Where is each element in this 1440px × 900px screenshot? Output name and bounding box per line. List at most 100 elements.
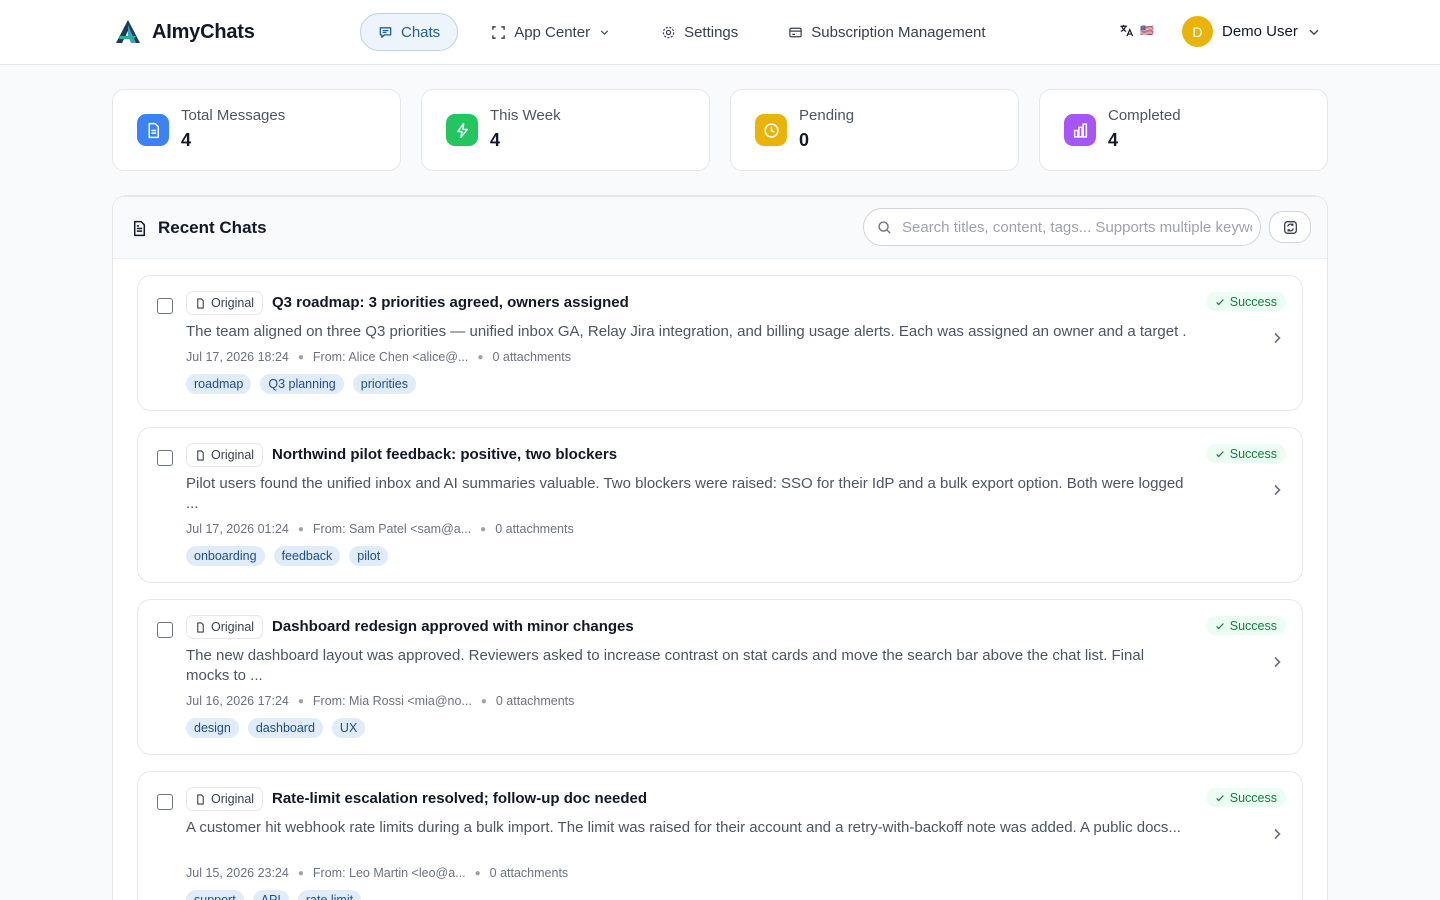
language-switcher[interactable]: 🇺🇸 <box>1119 23 1154 38</box>
tag[interactable]: UX <box>331 718 366 738</box>
tag[interactable]: feedback <box>273 546 341 566</box>
tag[interactable]: pilot <box>349 546 389 566</box>
stat-value: 4 <box>1108 130 1119 150</box>
chat-date: Jul 17, 2026 18:24 <box>186 350 289 364</box>
check-icon <box>1215 794 1224 801</box>
recent-chats-title: Recent Chats <box>158 218 267 237</box>
status-label: Success <box>1229 618 1277 633</box>
refresh-icon <box>1283 220 1297 234</box>
tag[interactable]: onboarding <box>186 546 265 566</box>
nav-subscription[interactable]: Subscription Management <box>771 13 1002 51</box>
chat-title: Dashboard redesign approved with minor c… <box>272 618 634 635</box>
stat-label: Completed <box>1108 107 1181 124</box>
chat-title: Northwind pilot feedback: positive, two … <box>272 446 618 463</box>
chat-summary: The team aligned on three Q3 priorities … <box>186 323 1186 340</box>
chat-bubble-icon <box>379 26 392 38</box>
logo-mark-icon <box>116 20 140 43</box>
credit-card-icon <box>789 27 803 37</box>
status-label: Success <box>1229 446 1277 461</box>
original-badge-label: Original <box>211 296 255 310</box>
nav-app-center[interactable]: App Center <box>474 13 628 51</box>
status-badge: Success <box>1205 444 1286 463</box>
chat-card[interactable]: Original Dashboard redesign approved wit… <box>137 599 1303 755</box>
stat-card-total-messages: Total Messages 4 <box>112 89 401 171</box>
chat-summary: A customer hit webhook rate limits durin… <box>186 819 1181 836</box>
stat-value: 4 <box>490 130 501 150</box>
panel-title: Recent Chats <box>131 218 267 238</box>
status-label: Success <box>1229 790 1277 805</box>
translate-icon <box>1120 24 1134 37</box>
stat-label: This Week <box>490 107 561 124</box>
chat-card[interactable]: Original Q3 roadmap: 3 priorities agreed… <box>137 275 1303 411</box>
chat-card[interactable]: Original Rate-limit escalation resolved;… <box>137 771 1303 900</box>
panel-header: Recent Chats <box>113 197 1327 259</box>
chevron-right-icon[interactable] <box>1270 827 1284 841</box>
main-nav: Chats App Center Settings Subscription M… <box>360 13 1019 51</box>
top-header: AImyChats Chats App Center Settings Subs… <box>0 0 1440 65</box>
stat-label: Pending <box>799 107 855 124</box>
chat-title: Rate-limit escalation resolved; follow-u… <box>272 790 648 807</box>
chevron-right-icon[interactable] <box>1270 483 1284 497</box>
stat-card-pending: Pending 0 <box>730 89 1019 171</box>
chat-meta: Jul 15, 2026 23:24 ● From: Leo Martin <le… <box>186 866 569 880</box>
chat-from: From: Alice Chen <alice@... <box>312 350 469 364</box>
check-icon <box>1215 622 1224 629</box>
chat-summary: Pilot users found the unified inbox and … <box>186 475 1184 512</box>
tag[interactable]: support <box>186 890 244 900</box>
status-badge: Success <box>1205 616 1286 635</box>
nav-app-center-label: App Center <box>514 23 591 41</box>
lightning-icon <box>446 114 478 146</box>
chevron-right-icon[interactable] <box>1270 331 1284 345</box>
chat-summary: The new dashboard layout was approved. R… <box>186 647 1145 684</box>
tag[interactable]: Q3 planning <box>260 374 344 394</box>
document-icon <box>133 220 146 236</box>
refresh-button[interactable] <box>1269 211 1311 243</box>
app-name: AImyChats <box>152 20 255 43</box>
status-badge: Success <box>1205 292 1286 311</box>
tag[interactable]: API <box>252 890 289 900</box>
tag[interactable]: roadmap <box>186 374 252 394</box>
status-badge: Success <box>1205 788 1286 807</box>
original-badge-label: Original <box>211 792 255 806</box>
check-icon <box>1215 450 1224 457</box>
gear-icon <box>662 26 675 38</box>
original-badge-label: Original <box>211 620 255 634</box>
chevron-down-icon <box>600 29 609 35</box>
stat-card-this-week: This Week 4 <box>421 89 710 171</box>
original-badge: Original <box>186 615 264 639</box>
chat-from: From: Mia Rossi <mia@no... <box>312 694 472 708</box>
chat-tags: design dashboard UX <box>186 718 366 738</box>
chat-meta: Jul 17, 2026 01:24 ● From: Sam Patel <sam… <box>186 522 574 536</box>
chat-from: From: Sam Patel <sam@a... <box>312 522 472 536</box>
chat-card[interactable]: Original Northwind pilot feedback: posit… <box>137 427 1303 583</box>
search-input[interactable] <box>902 218 1252 236</box>
file-icon <box>197 793 204 805</box>
chat-date: Jul 16, 2026 17:24 <box>186 694 289 708</box>
tag[interactable]: rate limit <box>297 890 362 900</box>
chat-attachments: 0 attachments <box>495 694 575 708</box>
nav-chats[interactable]: Chats <box>360 13 459 51</box>
nav-subscription-label: Subscription Management <box>811 23 986 41</box>
chat-attachments: 0 attachments <box>489 866 569 880</box>
app-logo[interactable]: AImyChats <box>114 18 255 46</box>
tag[interactable]: priorities <box>352 374 417 394</box>
select-checkbox[interactable] <box>157 794 173 810</box>
chat-date: Jul 15, 2026 23:24 <box>186 866 289 880</box>
chat-date: Jul 17, 2026 01:24 <box>186 522 289 536</box>
search-box[interactable] <box>863 208 1261 246</box>
select-checkbox[interactable] <box>157 298 173 314</box>
check-icon <box>1215 298 1224 305</box>
user-menu[interactable]: D Demo User <box>1182 16 1321 47</box>
file-icon <box>197 621 204 633</box>
select-checkbox[interactable] <box>157 450 173 466</box>
nav-chats-label: Chats <box>401 23 441 41</box>
nav-settings-label: Settings <box>684 23 739 41</box>
chevron-down-icon <box>1309 29 1319 35</box>
tag[interactable]: dashboard <box>247 718 323 738</box>
nav-settings[interactable]: Settings <box>644 13 755 51</box>
select-checkbox[interactable] <box>157 622 173 638</box>
search-icon <box>878 220 891 234</box>
tag[interactable]: design <box>186 718 239 738</box>
stat-label: Total Messages <box>181 107 286 124</box>
chevron-right-icon[interactable] <box>1270 655 1284 669</box>
